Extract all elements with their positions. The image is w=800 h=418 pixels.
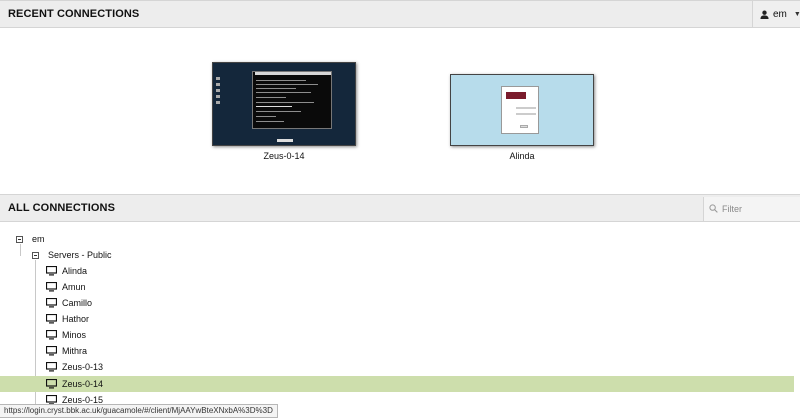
tree-item-label: Hathor [62, 314, 90, 324]
monitor-icon [46, 379, 57, 389]
tree-item-zeus-0-14[interactable]: Zeus-0-14 [0, 376, 794, 392]
tree-group-label: Servers - Public [48, 250, 112, 260]
tree-item-alinda[interactable]: Alinda [0, 263, 800, 279]
tree-item-minos[interactable]: Minos [0, 327, 800, 343]
tree-item-label: Mithra [62, 346, 88, 356]
connection-thumbnail[interactable] [450, 74, 594, 146]
tree-item-mithra[interactable]: Mithra [0, 343, 800, 359]
recent-connection-alinda[interactable]: Alinda [450, 74, 594, 161]
filter-input[interactable] [722, 204, 792, 214]
recent-connections-header: RECENT CONNECTIONS em ▼ [0, 0, 800, 28]
status-bar-url: https://login.cryst.bbk.ac.uk/guacamole/… [0, 404, 278, 418]
tree-item-label: Camillo [62, 298, 93, 308]
filter-box[interactable] [703, 197, 800, 221]
all-connections-title: ALL CONNECTIONS [8, 202, 116, 214]
collapse-icon[interactable] [16, 235, 23, 243]
all-connections-header: ALL CONNECTIONS [0, 194, 800, 222]
monitor-icon [46, 298, 57, 308]
connection-label: Zeus-0-14 [263, 151, 305, 161]
monitor-icon [46, 282, 57, 292]
user-name: em [773, 8, 787, 20]
user-menu[interactable]: em ▼ [752, 1, 800, 27]
tree-item-zeus-0-13[interactable]: Zeus-0-13 [0, 359, 800, 375]
monitor-icon [46, 346, 57, 356]
tree-root-em[interactable]: em [0, 231, 800, 247]
user-icon [760, 10, 769, 19]
terminal-window-preview [252, 71, 332, 129]
tree-item-hathor[interactable]: Hathor [0, 311, 800, 327]
monitor-icon [46, 330, 57, 340]
tree-item-label: Amun [62, 282, 86, 292]
desktop-icons [216, 77, 221, 107]
monitor-icon [46, 314, 57, 324]
monitor-icon [46, 266, 57, 276]
tree-item-label: Zeus-0-13 [62, 362, 104, 372]
recent-connection-zeus-0-14[interactable]: Zeus-0-14 [212, 62, 356, 161]
login-window-preview [501, 86, 539, 134]
recent-connections-title: RECENT CONNECTIONS [8, 8, 140, 20]
tree-item-amun[interactable]: Amun [0, 279, 800, 295]
connection-label: Alinda [509, 151, 535, 161]
caret-down-icon: ▼ [793, 10, 800, 18]
tree-item-label: Minos [62, 330, 87, 340]
tree-group-servers-public[interactable]: Servers - Public [0, 247, 800, 263]
tree-item-label: Zeus-0-14 [62, 379, 104, 389]
tree-root-label: em [32, 234, 45, 244]
monitor-icon [46, 362, 57, 372]
tree-item-camillo[interactable]: Camillo [0, 295, 800, 311]
search-icon [709, 200, 718, 218]
connection-thumbnail[interactable] [212, 62, 356, 146]
tree-item-label: Alinda [62, 266, 88, 276]
collapse-icon[interactable] [32, 251, 39, 259]
